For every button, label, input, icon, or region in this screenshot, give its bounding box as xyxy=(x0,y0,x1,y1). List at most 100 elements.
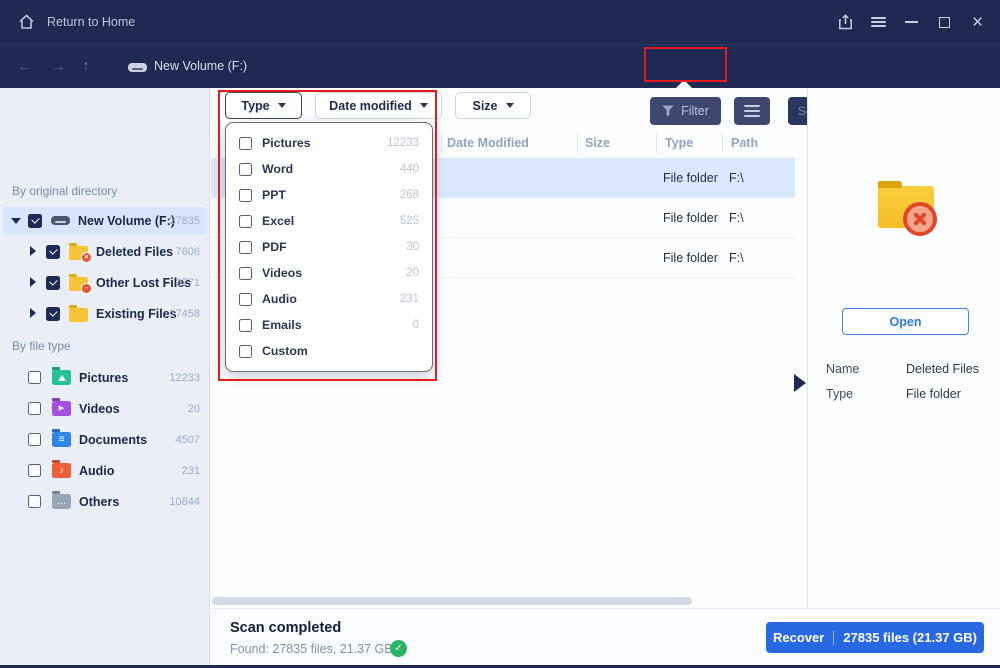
filter-chip-date-modified[interactable]: Date modified xyxy=(315,92,442,119)
filetype-count: 10844 xyxy=(169,496,200,508)
checkbox-unchecked[interactable] xyxy=(28,402,41,415)
checkbox-checked[interactable] xyxy=(46,307,60,321)
tooltip-pointer xyxy=(676,80,692,88)
share-button[interactable] xyxy=(829,0,862,44)
dropdown-count: 20 xyxy=(406,267,419,279)
horizontal-scrollbar[interactable] xyxy=(212,597,692,605)
chevron-right-icon[interactable] xyxy=(30,308,36,318)
sidebar-item-documents[interactable]: ≡ Documents 4507 xyxy=(0,426,210,453)
scan-status-title: Scan completed xyxy=(230,620,341,636)
funnel-icon xyxy=(662,105,674,117)
up-button[interactable]: ↑ xyxy=(82,45,90,88)
folder-lost-icon: − xyxy=(69,277,88,291)
dropdown-item-audio[interactable]: Audio 231 xyxy=(239,292,419,306)
column-header-size[interactable]: Size xyxy=(585,128,610,158)
dropdown-item-word[interactable]: Word 440 xyxy=(239,162,419,176)
sidebar-item-audio[interactable]: ♪ Audio 231 xyxy=(0,457,210,484)
checkbox-unchecked[interactable] xyxy=(239,163,252,176)
column-header-date-modified[interactable]: Date Modified xyxy=(447,128,529,158)
checkbox-unchecked[interactable] xyxy=(239,137,252,150)
titlebar: Return to Home × xyxy=(0,0,1000,44)
dropdown-item-videos[interactable]: Videos 20 xyxy=(239,266,419,280)
tree-item-count: 27835 xyxy=(169,215,200,227)
type-filter-dropdown: Pictures 12233 Word 440 PPT 268 Excel 52… xyxy=(225,122,433,372)
app-menu-button[interactable] xyxy=(862,0,895,44)
view-options-button[interactable] xyxy=(734,97,770,125)
filter-chip-size[interactable]: Size xyxy=(455,92,531,119)
sidebar-item-other-lost-files[interactable]: − Other Lost Files 2771 xyxy=(0,269,210,296)
checkbox-unchecked[interactable] xyxy=(239,319,252,332)
dropdown-label: Audio xyxy=(262,292,297,306)
x-badge-icon xyxy=(903,202,937,236)
checkbox-unchecked[interactable] xyxy=(239,293,252,306)
hamburger-icon xyxy=(744,105,760,107)
dropdown-item-pictures[interactable]: Pictures 12233 xyxy=(239,136,419,150)
checkbox-checked[interactable] xyxy=(46,245,60,259)
tree-item-label: New Volume (F:) xyxy=(78,214,175,228)
button-divider xyxy=(833,631,834,645)
sidebar: By original directory New Volume (F:) 27… xyxy=(0,88,210,665)
sidebar-item-videos[interactable]: ▶ Videos 20 xyxy=(0,395,210,422)
checkbox-unchecked[interactable] xyxy=(239,267,252,280)
column-divider xyxy=(656,133,657,153)
cell-type: File folder xyxy=(663,238,718,278)
dropdown-label: Custom xyxy=(262,344,308,358)
close-button[interactable]: × xyxy=(961,0,994,44)
maximize-button[interactable] xyxy=(928,0,961,44)
dropdown-count: 440 xyxy=(400,163,419,175)
chevron-right-icon[interactable] xyxy=(30,277,36,287)
minimize-button[interactable] xyxy=(895,0,928,44)
field-label: Type xyxy=(826,387,853,401)
dropdown-item-ppt[interactable]: PPT 268 xyxy=(239,188,419,202)
home-icon xyxy=(18,14,35,30)
column-header-path[interactable]: Path xyxy=(731,128,758,158)
dropdown-label: Word xyxy=(262,162,293,176)
checkbox-checked[interactable] xyxy=(46,276,60,290)
field-label: Name xyxy=(826,362,859,376)
minimize-icon xyxy=(905,21,918,23)
column-header-type[interactable]: Type xyxy=(665,128,693,158)
sidebar-item-existing-files[interactable]: Existing Files 17458 xyxy=(0,300,210,327)
recover-button[interactable]: Recover 27835 files (21.37 GB) xyxy=(766,622,984,653)
return-home-label: Return to Home xyxy=(47,15,135,29)
chevron-down-icon[interactable] xyxy=(11,218,21,224)
filter-button[interactable]: Filter xyxy=(650,97,721,125)
success-check-icon: ✓ xyxy=(390,640,407,657)
chevron-right-icon[interactable] xyxy=(30,246,36,256)
checkbox-unchecked[interactable] xyxy=(239,345,252,358)
dropdown-item-custom[interactable]: Custom xyxy=(239,344,419,358)
chip-label: Size xyxy=(472,99,497,113)
checkbox-unchecked[interactable] xyxy=(28,433,41,446)
checkbox-unchecked[interactable] xyxy=(239,241,252,254)
checkbox-unchecked[interactable] xyxy=(28,371,41,384)
dropdown-item-pdf[interactable]: PDF 30 xyxy=(239,240,419,254)
dropdown-label: Excel xyxy=(262,214,294,228)
dropdown-item-excel[interactable]: Excel 525 xyxy=(239,214,419,228)
checkbox-checked[interactable] xyxy=(28,214,42,228)
filetype-label: Documents xyxy=(79,433,147,447)
dropdown-item-emails[interactable]: Emails 0 xyxy=(239,318,419,332)
field-value: Deleted Files xyxy=(906,362,979,376)
sidebar-item-deleted-files[interactable]: ✕ Deleted Files 7606 xyxy=(0,238,210,265)
tree-item-count: 2771 xyxy=(176,277,200,289)
sidebar-item-others[interactable]: … Others 10844 xyxy=(0,488,210,515)
open-button[interactable]: Open xyxy=(842,308,969,335)
back-button[interactable]: ← xyxy=(17,45,33,88)
filetype-label: Others xyxy=(79,495,119,509)
cell-path: F:\ xyxy=(729,238,744,278)
checkbox-unchecked[interactable] xyxy=(28,495,41,508)
return-home-button[interactable]: Return to Home xyxy=(18,0,135,44)
forward-button[interactable]: → xyxy=(50,45,66,88)
checkbox-unchecked[interactable] xyxy=(28,464,41,477)
dropdown-label: PDF xyxy=(262,240,287,254)
checkbox-unchecked[interactable] xyxy=(239,189,252,202)
checkbox-unchecked[interactable] xyxy=(239,215,252,228)
sidebar-item-new-volume[interactable]: New Volume (F:) 27835 xyxy=(0,207,210,234)
sidebar-item-pictures[interactable]: Pictures 12233 xyxy=(0,364,210,391)
dropdown-count: 268 xyxy=(400,189,419,201)
filter-chip-type[interactable]: Type xyxy=(225,92,302,119)
preview-field-type: Type File folder xyxy=(808,387,1000,403)
folder-icon xyxy=(69,308,88,322)
panel-collapse-handle[interactable] xyxy=(794,374,806,392)
window-controls: × xyxy=(829,0,994,44)
